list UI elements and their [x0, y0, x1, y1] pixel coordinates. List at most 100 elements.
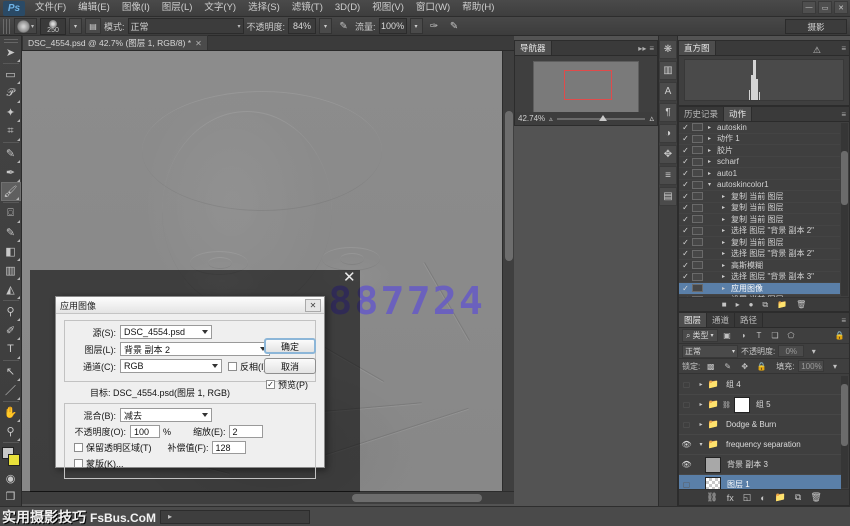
- layer-row[interactable]: 👁背景 副本 3: [679, 455, 841, 475]
- preserve-checkbox-wrap[interactable]: 保留透明区域(T): [74, 441, 152, 454]
- action-enabled-checkbox[interactable]: ✓: [679, 226, 692, 235]
- actions-footer-icon-5[interactable]: 🗑: [796, 300, 806, 309]
- path-selection-tool[interactable]: ↖: [1, 362, 21, 381]
- action-enabled-checkbox[interactable]: ✓: [679, 284, 692, 293]
- color-swatches[interactable]: [0, 446, 22, 469]
- action-enabled-checkbox[interactable]: ✓: [679, 134, 692, 143]
- lock-transparent-icon[interactable]: ▩: [704, 360, 717, 373]
- scale-input[interactable]: 2: [229, 425, 263, 438]
- status-expand-icon[interactable]: ▸: [168, 512, 172, 521]
- action-enabled-checkbox[interactable]: ✓: [679, 123, 692, 132]
- brush-tool[interactable]: 🖌: [1, 182, 21, 201]
- type-tool[interactable]: T: [1, 340, 21, 359]
- navigator-viewport-rect[interactable]: [564, 70, 612, 100]
- action-dialog-toggle[interactable]: [692, 135, 703, 143]
- action-enabled-checkbox[interactable]: ✓: [679, 215, 692, 224]
- disclosure-triangle-icon[interactable]: ▸: [705, 147, 714, 154]
- action-enabled-checkbox[interactable]: ✓: [679, 238, 692, 247]
- pen-tool[interactable]: ✐: [1, 321, 21, 340]
- layers-footer-icon-5[interactable]: ⧉: [795, 492, 801, 503]
- disclosure-triangle-icon[interactable]: ▸: [697, 401, 705, 408]
- layer-opacity-value[interactable]: 0%: [778, 345, 804, 357]
- zoom-slider[interactable]: [557, 118, 646, 120]
- action-row[interactable]: ✓▸复制 当前 图层: [679, 191, 840, 203]
- menu-item-1[interactable]: 编辑(E): [72, 0, 116, 16]
- panel-menu-icon[interactable]: ≡: [841, 110, 846, 119]
- action-row[interactable]: ✓▸复制 当前 图层: [679, 214, 840, 226]
- tab-navigator[interactable]: 导航器: [515, 41, 552, 55]
- clone-stamp-tool[interactable]: ⌼: [1, 204, 21, 223]
- actions-footer-icon-2[interactable]: ●: [749, 300, 754, 309]
- pressure-size-icon[interactable]: ✎: [446, 18, 463, 35]
- disclosure-triangle-icon[interactable]: ▸: [697, 421, 705, 428]
- scrollbar-thumb[interactable]: [505, 111, 513, 261]
- panel-menu-icon[interactable]: ≡: [649, 44, 654, 53]
- layers-footer-icon-2[interactable]: ◱: [743, 492, 752, 503]
- layer-row[interactable]: ▢▸📁Dodge & Burn: [679, 415, 841, 435]
- action-row[interactable]: ✓▸autoskin: [679, 122, 840, 134]
- panel-menu-icon[interactable]: ≡: [841, 316, 846, 325]
- menu-item-3[interactable]: 图层(L): [156, 0, 199, 16]
- action-enabled-checkbox[interactable]: ✓: [679, 249, 692, 258]
- workspace-switcher[interactable]: 摄影: [785, 19, 847, 34]
- marquee-tool[interactable]: ▭: [1, 65, 21, 84]
- blur-tool[interactable]: ◭: [1, 280, 21, 299]
- disclosure-triangle-icon[interactable]: ▸: [705, 158, 714, 165]
- actions-footer-icon-0[interactable]: ■: [722, 300, 727, 309]
- gradient-tool[interactable]: ▥: [1, 261, 21, 280]
- cancel-button[interactable]: 取消: [264, 358, 316, 374]
- brush-preset-button[interactable]: ▾: [14, 18, 37, 34]
- layer-select[interactable]: 背景 副本 2: [120, 342, 270, 356]
- filter-adjustment-icon[interactable]: ◑: [737, 329, 750, 342]
- mask-checkbox[interactable]: [74, 459, 83, 468]
- mask-link-icon[interactable]: ⛓: [722, 401, 731, 409]
- filter-pixel-icon[interactable]: ▣: [721, 329, 734, 342]
- action-row[interactable]: ✓▸高斯模糊: [679, 260, 840, 272]
- action-dialog-toggle[interactable]: [692, 238, 703, 246]
- menu-item-8[interactable]: 视图(V): [366, 0, 410, 16]
- layer-visibility-icon[interactable]: 👁: [680, 440, 693, 449]
- action-enabled-checkbox[interactable]: ✓: [679, 169, 692, 178]
- action-row[interactable]: ✓▸选择 图层 "背景 副本 3": [679, 272, 840, 284]
- action-row[interactable]: ✓▸动作 1: [679, 134, 840, 146]
- airbrush-toggle-icon[interactable]: ▤: [85, 18, 101, 34]
- hand-tool[interactable]: ✋: [1, 403, 21, 422]
- filter-smart-icon[interactable]: ⬠: [785, 329, 798, 342]
- actions-scrollbar[interactable]: [841, 123, 848, 296]
- 3d-panel-icon[interactable]: ❋: [659, 40, 677, 59]
- menu-item-9[interactable]: 窗口(W): [410, 0, 456, 16]
- layers-footer-icon-1[interactable]: fx: [727, 493, 734, 503]
- canvas-horizontal-scrollbar[interactable]: [22, 491, 514, 504]
- disclosure-triangle-icon[interactable]: ▸: [719, 285, 728, 292]
- dialog-close-button[interactable]: ✕: [305, 299, 321, 312]
- disclosure-triangle-icon[interactable]: ▸: [719, 273, 728, 280]
- filter-shape-icon[interactable]: ❏: [769, 329, 782, 342]
- navigator-zoom-value[interactable]: 42.74%: [518, 114, 545, 123]
- tab-layers[interactable]: 图层: [679, 313, 707, 327]
- action-row[interactable]: ✓▸选择 图层 "背景 副本 2": [679, 249, 840, 261]
- action-row[interactable]: ✓▾autoskincolor1: [679, 180, 840, 192]
- layer-row[interactable]: 👁▾📁frequency separation: [679, 435, 841, 455]
- layer-visibility-icon[interactable]: 👁: [680, 460, 693, 469]
- dialog-overlay-close-icon[interactable]: ✕: [343, 268, 356, 286]
- layers-footer-icon-4[interactable]: 📁: [775, 492, 786, 503]
- disclosure-triangle-icon[interactable]: ▸: [719, 193, 728, 200]
- layer-visibility-icon[interactable]: ▢: [680, 380, 693, 389]
- action-row[interactable]: ✓▸复制 当前 图层: [679, 203, 840, 215]
- action-enabled-checkbox[interactable]: ✓: [679, 146, 692, 155]
- flow-value[interactable]: 100%: [379, 18, 407, 34]
- action-dialog-toggle[interactable]: [692, 146, 703, 154]
- lock-all-icon[interactable]: 🔒: [755, 360, 768, 373]
- action-dialog-toggle[interactable]: [692, 227, 703, 235]
- panel-menu-icon[interactable]: ≡: [841, 44, 846, 53]
- paragraph-panel-icon[interactable]: ¶: [659, 103, 677, 122]
- action-dialog-toggle[interactable]: [692, 192, 703, 200]
- layer-list[interactable]: ▢▸📁组 4▢▸📁⛓组 5▢▸📁Dodge & Burn👁▾📁frequency…: [679, 375, 841, 489]
- zoom-slider-knob[interactable]: [599, 115, 607, 121]
- zoom-tool[interactable]: ⚲: [1, 422, 21, 441]
- status-info-field[interactable]: ▸: [160, 510, 310, 524]
- dodge-tool[interactable]: ⚲: [1, 302, 21, 321]
- zoom-in-icon[interactable]: ▵: [649, 113, 654, 124]
- tab-histogram[interactable]: 直方图: [679, 41, 716, 55]
- tab-channels[interactable]: 通道: [707, 313, 735, 327]
